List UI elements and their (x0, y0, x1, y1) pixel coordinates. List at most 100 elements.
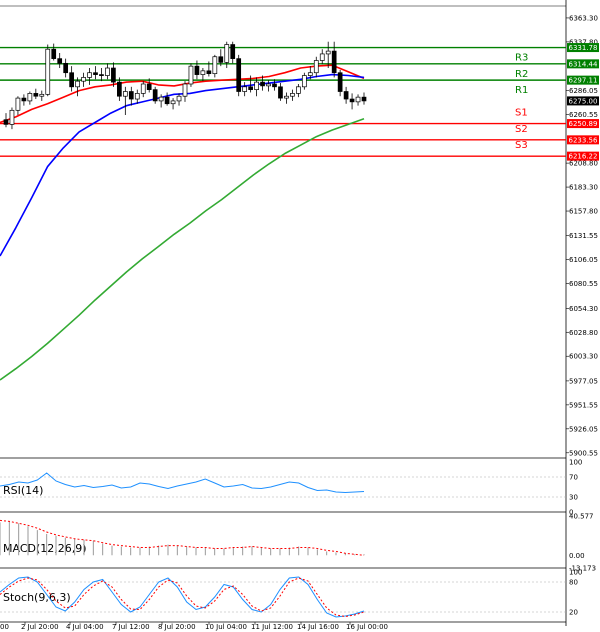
candle-body-up (313, 60, 319, 74)
candle-body-down (206, 70, 212, 75)
candle-body-down (343, 91, 349, 100)
time-tick-label: 14 Jul 16:00 (297, 623, 339, 631)
candle-body-down (152, 89, 158, 102)
candle (45, 44, 51, 97)
y-tick-label: 6028.80 (569, 329, 598, 337)
current-price-label: 6275.00 (569, 97, 598, 105)
macd-tick-label: 0.00 (569, 552, 585, 560)
candle-body-up (122, 91, 128, 97)
level-tag-label: 6233.56 (569, 136, 598, 144)
time-tick-label: 2 Jul 20:00 (21, 623, 59, 631)
candle-body-up (75, 80, 80, 88)
level-tag-label: 6314.44 (569, 60, 598, 68)
y-tick-label: 6363.30 (569, 14, 598, 22)
candle-body-up (284, 95, 289, 99)
level-name-r2: R2 (515, 69, 528, 80)
level-tag-label: 6250.89 (569, 120, 598, 128)
candle-body-up (105, 67, 110, 76)
y-tick-label: 5951.55 (569, 401, 598, 409)
candle-body-down (248, 86, 253, 90)
stoch-tick-label: 20 (569, 609, 578, 617)
y-tick-label: 5977.05 (569, 377, 598, 385)
candle-body-up (224, 44, 230, 63)
candle-body-up (188, 65, 194, 85)
candle-body-down (33, 93, 39, 97)
candle-body-up (212, 56, 218, 75)
candle-body-up (307, 72, 313, 76)
macd-tick-label: 40.577 (569, 513, 594, 521)
candle-body-down (337, 72, 343, 92)
candle-body-up (266, 83, 271, 87)
price-chart: 6363.306337.806286.056260.556208.806183.… (0, 0, 600, 632)
stoch-label: Stoch(9,6,3) (3, 591, 71, 604)
candle-body-up (290, 93, 295, 97)
candle-body-down (111, 67, 116, 83)
time-tick-label: 16 Jul 00:00 (346, 623, 388, 631)
y-tick-label: 6260.55 (569, 111, 598, 119)
time-tick-label: 8 Jul 20:00 (158, 623, 196, 631)
time-tick-label-partial: 00 (0, 623, 9, 631)
rsi-tick-label: 100 (569, 459, 582, 467)
level-tag-label: 6331.78 (569, 44, 598, 52)
y-tick-label: 6131.55 (569, 232, 598, 240)
candle-body-up (27, 93, 33, 102)
level-name-r1: R1 (515, 85, 528, 96)
candle-body-up (9, 109, 15, 125)
candle-body-down (272, 83, 277, 88)
level-tag-label: 6216.22 (569, 153, 598, 161)
level-name-s1: S1 (515, 108, 528, 119)
level-tag-label: 6297.11 (569, 77, 598, 85)
candle-body-up (87, 72, 92, 78)
candle-body-up (355, 96, 361, 103)
candle-body-up (182, 83, 188, 97)
candle (152, 86, 158, 104)
candle-body-down (57, 58, 63, 64)
y-tick-label: 6286.05 (569, 87, 598, 95)
candle-body-down (21, 97, 27, 102)
y-tick-label: 6080.55 (569, 280, 598, 288)
time-tick-label: 7 Jul 12:00 (112, 623, 150, 631)
candle-body-up (170, 100, 176, 105)
candle-body-down (93, 72, 98, 75)
candle-body-down (63, 62, 69, 74)
time-tick-label: 10 Jul 04:00 (205, 623, 247, 631)
candle-body-up (134, 93, 140, 100)
candle-body-up (254, 81, 259, 90)
rsi-label: RSI(14) (3, 484, 43, 497)
candle-body-down (51, 48, 57, 59)
y-tick-label: 6208.80 (569, 160, 598, 168)
level-name-r3: R3 (515, 53, 528, 64)
candle-body-down (278, 86, 283, 99)
candle-body-down (349, 98, 355, 103)
y-tick-label: 5900.55 (569, 449, 598, 457)
candle-body-up (158, 96, 164, 102)
candle-body-up (242, 86, 248, 92)
candle-body-up (15, 97, 21, 111)
candle-body-down (361, 96, 367, 102)
candle-body-up (319, 53, 325, 61)
candle-body-down (3, 119, 9, 125)
candle (301, 72, 307, 90)
y-tick-label: 6003.30 (569, 353, 598, 361)
candle-body-down (146, 83, 152, 90)
rsi-tick-label: 30 (569, 494, 578, 502)
candle-body-down (194, 65, 200, 75)
candle-body-down (117, 81, 122, 97)
macd-label: MACD(12,26,9) (3, 542, 87, 555)
candle-body-up (45, 48, 51, 95)
candle-body-up (325, 50, 331, 55)
candle (236, 54, 242, 97)
candle-body-down (128, 91, 134, 100)
level-name-s2: S2 (515, 124, 528, 135)
candle-body-up (39, 93, 45, 97)
candle-body-down (69, 72, 74, 88)
candle-body-up (301, 75, 307, 88)
y-tick-label: 5926.05 (569, 425, 598, 433)
candle-body-down (260, 81, 265, 87)
candle-body-up (200, 70, 206, 75)
stoch-tick-label: 100 (569, 569, 582, 577)
candle-body-down (164, 96, 170, 105)
candle-body-down (236, 58, 242, 92)
level-name-s3: S3 (515, 140, 528, 151)
background (0, 0, 600, 632)
